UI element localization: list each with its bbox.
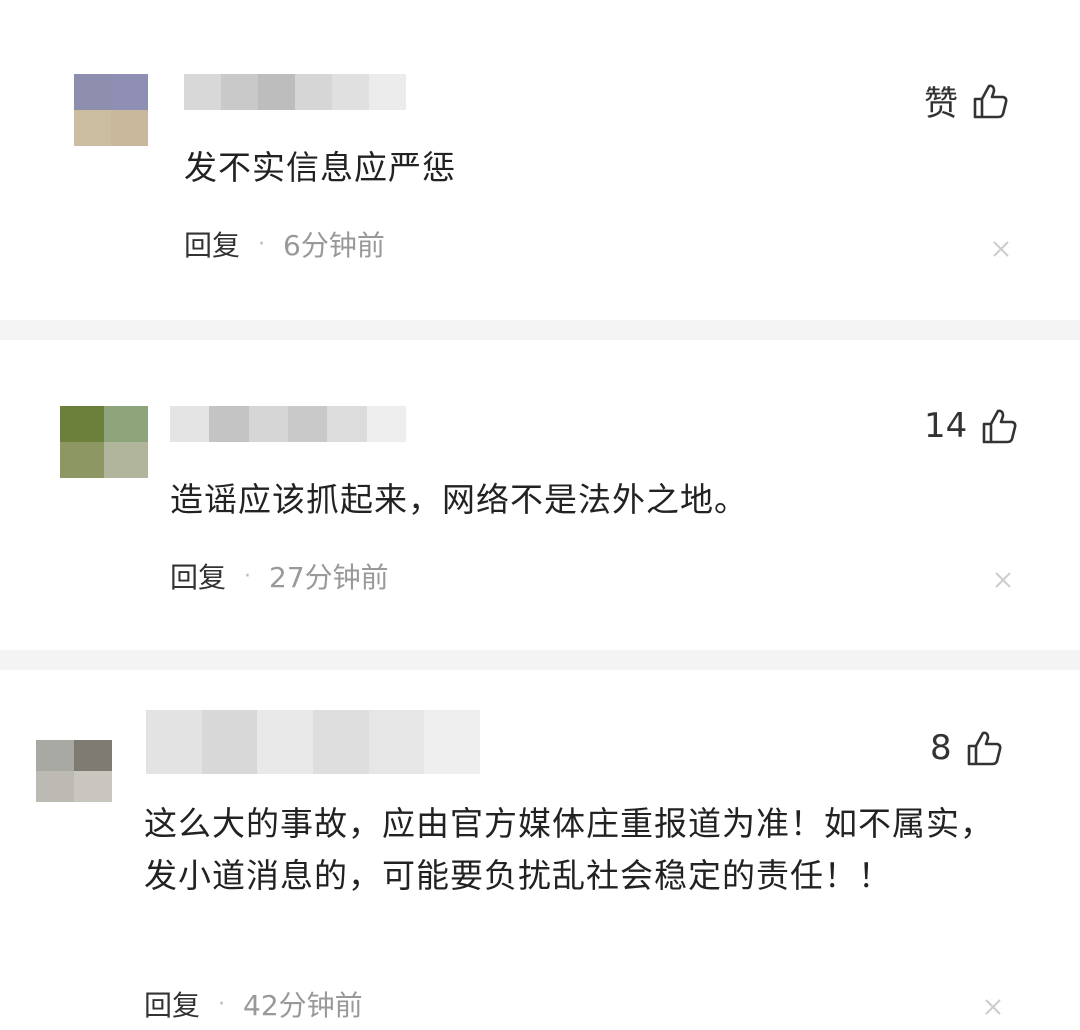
comment-time: 27分钟前 bbox=[269, 561, 389, 594]
comment-meta: 回复 · 6分钟前 bbox=[184, 224, 385, 264]
comment-text: 这么大的事故，应由官方媒体庄重报道为准！如不属实，发小道消息的，可能要负扰乱社会… bbox=[144, 804, 994, 895]
reply-button[interactable]: 回复 bbox=[184, 224, 240, 264]
comment-card-1: 赞 发不实信息应严惩 回复 · 6分钟前 bbox=[0, 0, 1080, 320]
avatar[interactable] bbox=[60, 406, 148, 478]
comment-time: 42分钟前 bbox=[243, 989, 363, 1022]
like-button[interactable]: 8 bbox=[930, 728, 1002, 768]
username-blurred[interactable] bbox=[146, 710, 481, 774]
close-icon[interactable] bbox=[982, 996, 1004, 1018]
close-icon[interactable] bbox=[992, 569, 1014, 591]
like-count: 14 bbox=[924, 406, 968, 446]
avatar[interactable] bbox=[36, 740, 112, 802]
username-blurred[interactable] bbox=[184, 74, 406, 110]
reply-button[interactable]: 回复 bbox=[170, 556, 226, 596]
like-button[interactable]: 14 bbox=[924, 406, 1017, 446]
separator-dot: · bbox=[258, 231, 266, 257]
username-blurred[interactable] bbox=[170, 406, 406, 442]
separator-dot: · bbox=[218, 991, 226, 1017]
comments-page: 赞 发不实信息应严惩 回复 · 6分钟前 14 造谣应该抓起来，网络不是法外之地… bbox=[0, 0, 1080, 1030]
thumbs-up-icon bbox=[966, 729, 1002, 767]
reply-button[interactable]: 回复 bbox=[144, 984, 200, 1024]
divider bbox=[0, 650, 1080, 670]
divider bbox=[0, 320, 1080, 340]
comment-text: 发不实信息应严惩 bbox=[184, 148, 456, 187]
comment-text: 造谣应该抓起来，网络不是法外之地。 bbox=[170, 480, 748, 519]
comment-time: 6分钟前 bbox=[283, 229, 385, 262]
like-count: 8 bbox=[930, 728, 952, 768]
comment-meta: 回复 · 42分钟前 bbox=[144, 984, 363, 1024]
comment-meta: 回复 · 27分钟前 bbox=[170, 556, 389, 596]
avatar[interactable] bbox=[74, 74, 148, 146]
comment-card-2: 14 造谣应该抓起来，网络不是法外之地。 回复 · 27分钟前 bbox=[0, 340, 1080, 650]
close-icon[interactable] bbox=[990, 238, 1012, 260]
like-count: 赞 bbox=[924, 84, 958, 124]
comment-card-3: 8 这么大的事故，应由官方媒体庄重报道为准！如不属实，发小道消息的，可能要负扰乱… bbox=[0, 670, 1080, 1030]
like-button[interactable]: 赞 bbox=[924, 76, 1008, 125]
thumbs-up-icon bbox=[981, 407, 1017, 445]
thumbs-up-icon bbox=[972, 82, 1008, 120]
separator-dot: · bbox=[244, 563, 252, 589]
